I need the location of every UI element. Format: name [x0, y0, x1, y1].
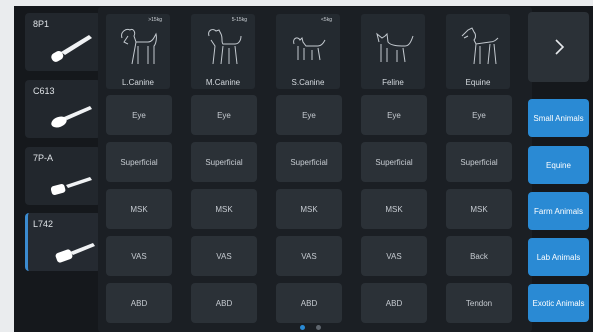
preset-eye-medium-canine[interactable]: Eye — [191, 95, 257, 135]
preset-abd-large-canine[interactable]: ABD — [106, 283, 172, 323]
horse-icon — [461, 27, 499, 65]
phased-probe-icon — [50, 177, 92, 195]
animal-label: Feline — [382, 78, 404, 87]
preset-msk-equine[interactable]: MSK — [446, 189, 512, 229]
probe-label: 7P-A — [33, 153, 54, 163]
preset-grid: >15kg L.Canine 5-15kg M.Canine <5kg S.Ca… — [98, 7, 532, 332]
preset-msk-medium-canine[interactable]: MSK — [191, 189, 257, 229]
category-small-animals[interactable]: Small Animals — [528, 99, 589, 137]
probe-8p1[interactable]: 8P1 — [25, 13, 101, 71]
preset-eye-small-canine[interactable]: Eye — [276, 95, 342, 135]
animal-label: L.Canine — [121, 78, 155, 87]
preset-back-equine[interactable]: Back — [446, 236, 512, 276]
preset-msk-large-canine[interactable]: MSK — [106, 189, 172, 229]
animal-equine[interactable]: Equine — [446, 14, 510, 89]
preset-abd-medium-canine[interactable]: ABD — [191, 283, 257, 323]
probe-label: 8P1 — [33, 19, 50, 29]
preset-superficial-feline[interactable]: Superficial — [361, 142, 427, 182]
animal-feline[interactable]: Feline — [361, 14, 425, 89]
animal-label: S.Canine — [291, 78, 325, 87]
weight-label: 5-15kg — [231, 17, 247, 23]
preset-superficial-small-canine[interactable]: Superficial — [276, 142, 342, 182]
preset-vas-large-canine[interactable]: VAS — [106, 236, 172, 276]
preset-superficial-large-canine[interactable]: Superficial — [106, 142, 172, 182]
preset-msk-feline[interactable]: MSK — [361, 189, 427, 229]
probe-7p-a[interactable]: 7P-A — [25, 147, 101, 205]
animal-medium-canine[interactable]: 5-15kg M.Canine — [191, 14, 255, 89]
page-dot-active[interactable] — [300, 325, 305, 330]
page-dot[interactable] — [316, 325, 321, 330]
large-dog-icon — [121, 29, 157, 65]
ultrasound-screen: 8P1 C613 7P-A L742 >15kg L.Canine 5-15kg… — [14, 6, 593, 332]
preset-vas-small-canine[interactable]: VAS — [276, 236, 342, 276]
probe-l742[interactable]: L742 — [25, 213, 101, 271]
preset-abd-feline[interactable]: ABD — [361, 283, 427, 323]
category-equine[interactable]: Equine — [528, 146, 589, 184]
preset-eye-feline[interactable]: Eye — [361, 95, 427, 135]
preset-superficial-medium-canine[interactable]: Superficial — [191, 142, 257, 182]
preset-superficial-equine[interactable]: Superficial — [446, 142, 512, 182]
category-farm-animals[interactable]: Farm Animals — [528, 192, 589, 230]
animal-label: Equine — [465, 78, 491, 87]
medium-dog-icon — [208, 29, 242, 65]
weight-label: <5kg — [321, 17, 332, 23]
weight-label: >15kg — [148, 17, 162, 23]
animal-label: M.Canine — [205, 78, 241, 87]
animal-large-canine[interactable]: >15kg L.Canine — [106, 14, 170, 89]
small-dog-icon — [293, 37, 326, 61]
next-page-button[interactable] — [528, 12, 589, 82]
preset-eye-equine[interactable]: Eye — [446, 95, 512, 135]
microconvex-probe-icon — [51, 106, 92, 128]
preset-vas-feline[interactable]: VAS — [361, 236, 427, 276]
probe-c613[interactable]: C613 — [25, 80, 101, 138]
linear-probe-icon — [55, 243, 95, 263]
chevron-right-icon — [554, 39, 564, 55]
probe-label: C613 — [33, 86, 55, 96]
probe-label: L742 — [33, 219, 54, 229]
cat-icon — [376, 32, 414, 63]
category-exotic-animals[interactable]: Exotic Animals — [528, 284, 589, 322]
preset-msk-small-canine[interactable]: MSK — [276, 189, 342, 229]
preset-abd-small-canine[interactable]: ABD — [276, 283, 342, 323]
preset-tendon-equine[interactable]: Tendon — [446, 283, 512, 323]
preset-vas-medium-canine[interactable]: VAS — [191, 236, 257, 276]
category-lab-animals[interactable]: Lab Animals — [528, 238, 589, 276]
animal-small-canine[interactable]: <5kg S.Canine — [276, 14, 340, 89]
preset-eye-large-canine[interactable]: Eye — [106, 95, 172, 135]
convex-probe-icon — [51, 35, 92, 62]
